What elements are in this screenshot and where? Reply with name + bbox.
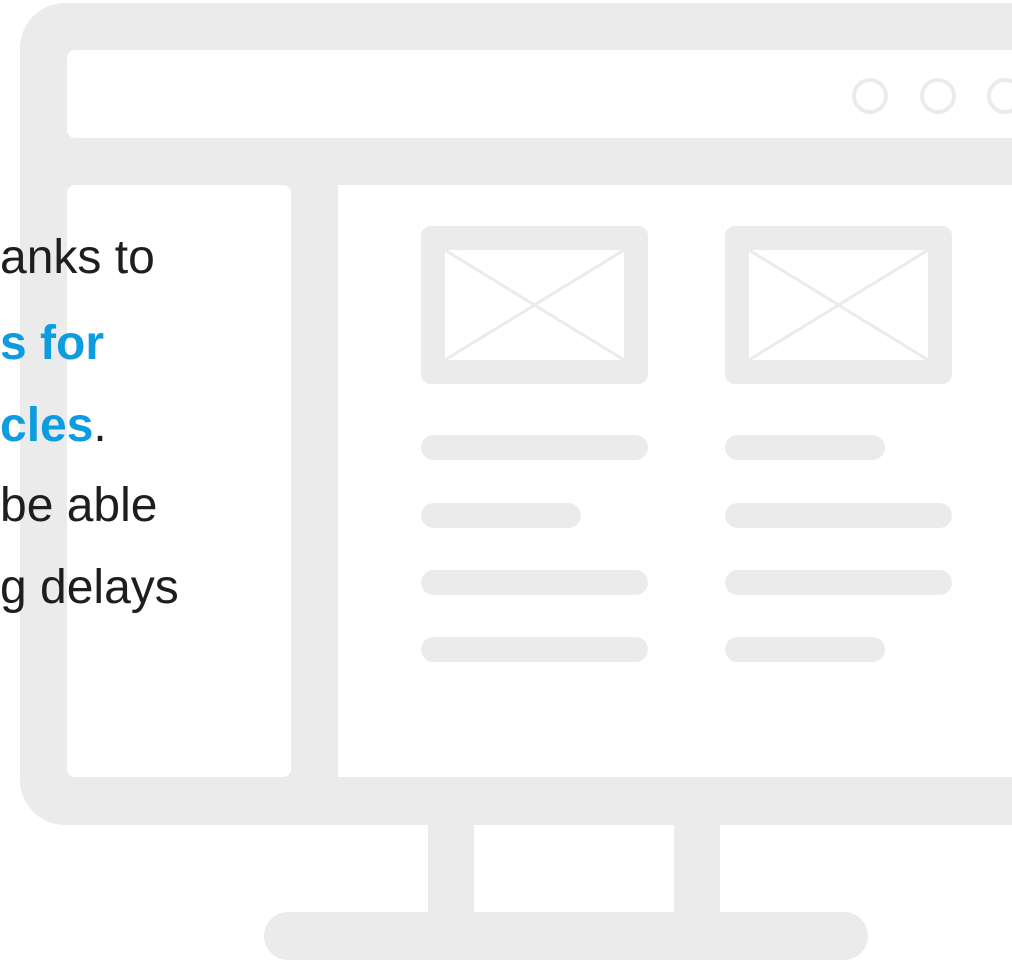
text-placeholder-bar: [421, 637, 648, 662]
intro-text-period: .: [93, 399, 107, 452]
intro-text-line-1: anks to: [0, 231, 155, 284]
text-placeholder-bar: [725, 435, 885, 460]
monitor-neck-right: [674, 823, 720, 915]
text-placeholder-bar: [421, 503, 581, 528]
text-placeholder-bar: [421, 435, 648, 460]
monitor-neck-left: [428, 823, 474, 915]
intro-text-accent: cles: [0, 399, 94, 452]
text-placeholder-bar: [725, 503, 952, 528]
intro-text-line-4: be able: [0, 479, 158, 532]
browser-title-bar: [67, 50, 1012, 138]
text-placeholder-bar: [421, 570, 648, 595]
intro-text-line-2: s for: [0, 317, 105, 370]
image-placeholder-icon: [725, 226, 952, 384]
intro-text-line-3: cles.: [0, 392, 107, 459]
intro-text-line-5: g delays: [0, 561, 179, 614]
monitor-stand-base: [264, 912, 868, 960]
intro-text: anks to s for cles. be able g delays: [0, 224, 300, 624]
text-placeholder-bar: [725, 570, 952, 595]
text-placeholder-bar: [725, 637, 885, 662]
image-placeholder-icon: [421, 226, 648, 384]
